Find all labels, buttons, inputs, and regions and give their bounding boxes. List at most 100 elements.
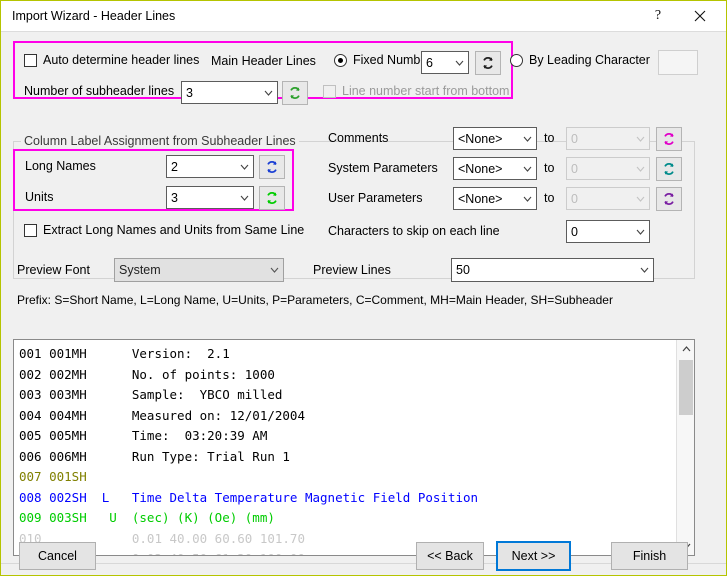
preview-line: 002 002MH No. of points: 1000 xyxy=(19,365,676,386)
comments-to-label: to xyxy=(544,131,554,145)
preview-line: 011 0.02 40.50 61.20 100.00 xyxy=(19,549,676,556)
radio-circle xyxy=(334,54,347,67)
leading-character-input[interactable] xyxy=(658,50,698,75)
subheader-lines-value: 3 xyxy=(186,86,260,100)
fixed-number-radio[interactable]: Fixed Number xyxy=(334,53,432,67)
refresh-user-parameters-button[interactable] xyxy=(656,187,682,211)
refresh-system-parameters-button[interactable] xyxy=(656,157,682,181)
system-parameters-to-combo[interactable]: 0 xyxy=(566,157,650,180)
question-mark-icon: ? xyxy=(655,8,661,24)
refresh-fixed-number-button[interactable] xyxy=(475,51,501,75)
dialog-body: Auto determine header lines Main Header … xyxy=(1,32,726,575)
line-number-start-from-bottom-checkbox[interactable]: Line number start from bottom xyxy=(323,84,509,98)
preview-line: 005 005MH Time: 03:20:39 AM xyxy=(19,426,676,447)
preview-line: 004 004MH Measured on: 12/01/2004 xyxy=(19,406,676,427)
system-parameters-from-combo[interactable]: <None> xyxy=(453,157,537,180)
preview-lines-combo[interactable]: 50 xyxy=(451,258,654,282)
chevron-down-icon xyxy=(236,195,253,201)
refresh-icon xyxy=(265,160,279,174)
comments-to-value: 0 xyxy=(571,132,632,146)
preview-line: 007 001SH xyxy=(19,467,676,488)
chevron-down-icon xyxy=(260,90,277,96)
preview-line: 009 003SH U (sec) (K) (Oe) (mm) xyxy=(19,508,676,529)
user-parameters-label: User Parameters xyxy=(328,191,422,205)
subheader-lines-combo[interactable]: 3 xyxy=(181,81,278,104)
comments-to-combo[interactable]: 0 xyxy=(566,127,650,150)
units-value: 3 xyxy=(171,191,236,205)
user-parameters-to-combo[interactable]: 0 xyxy=(566,187,650,210)
preview-line: 003 003MH Sample: YBCO milled xyxy=(19,385,676,406)
comments-label: Comments xyxy=(328,131,388,145)
system-parameters-from-value: <None> xyxy=(458,162,519,176)
preview-line: 010 0.01 40.00 60.60 101.70 xyxy=(19,529,676,550)
extract-long-names-units-label: Extract Long Names and Units from Same L… xyxy=(43,223,304,237)
chevron-up-icon xyxy=(682,346,691,352)
preview-line: 008 002SH L Time Delta Temperature Magne… xyxy=(19,488,676,509)
refresh-icon xyxy=(481,56,495,70)
extract-long-names-units-checkbox[interactable]: Extract Long Names and Units from Same L… xyxy=(24,223,304,237)
user-parameters-from-combo[interactable]: <None> xyxy=(453,187,537,210)
units-label: Units xyxy=(25,190,53,204)
by-leading-character-radio[interactable]: By Leading Character xyxy=(510,53,650,67)
column-label-assignment-title: Column Label Assignment from Subheader L… xyxy=(21,134,299,148)
chevron-down-icon xyxy=(519,166,536,172)
user-parameters-to-label: to xyxy=(544,191,554,205)
units-combo[interactable]: 3 xyxy=(166,186,254,209)
cancel-button[interactable]: Cancel xyxy=(19,542,96,570)
preview-scrollbar[interactable] xyxy=(676,340,694,555)
scroll-up-button[interactable] xyxy=(677,340,695,358)
user-parameters-to-value: 0 xyxy=(571,192,632,206)
preview-font-label: Preview Font xyxy=(17,263,90,277)
main-header-lines-label: Main Header Lines xyxy=(211,54,316,68)
radio-circle xyxy=(510,54,523,67)
checkbox-box xyxy=(24,224,37,237)
comments-from-combo[interactable]: <None> xyxy=(453,127,537,150)
help-button[interactable]: ? xyxy=(638,1,678,31)
preview-pane[interactable]: 001 001MH Version: 2.1002 002MH No. of p… xyxy=(13,339,695,556)
chevron-down-icon xyxy=(632,166,649,172)
preview-font-combo[interactable]: System xyxy=(114,258,284,282)
auto-determine-header-lines-checkbox[interactable]: Auto determine header lines xyxy=(24,53,199,67)
fixed-number-value: 6 xyxy=(426,56,451,70)
fixed-number-combo[interactable]: 6 xyxy=(421,51,469,74)
checkbox-box xyxy=(323,85,336,98)
long-names-combo[interactable]: 2 xyxy=(166,155,254,178)
characters-to-skip-combo[interactable]: 0 xyxy=(566,220,650,243)
refresh-icon xyxy=(662,132,676,146)
user-parameters-from-value: <None> xyxy=(458,192,519,206)
close-button[interactable] xyxy=(680,1,720,31)
scrollbar-thumb[interactable] xyxy=(679,360,693,415)
chevron-down-icon xyxy=(632,136,649,142)
refresh-long-names-button[interactable] xyxy=(259,155,285,179)
preview-font-value: System xyxy=(119,263,266,277)
preview-text: 001 001MH Version: 2.1002 002MH No. of p… xyxy=(14,340,676,556)
refresh-icon xyxy=(288,86,302,100)
line-number-start-from-bottom-label: Line number start from bottom xyxy=(342,84,509,98)
chevron-down-icon xyxy=(632,196,649,202)
characters-to-skip-value: 0 xyxy=(571,225,632,239)
system-parameters-to-value: 0 xyxy=(571,162,632,176)
long-names-value: 2 xyxy=(171,160,236,174)
chevron-down-icon xyxy=(519,136,536,142)
refresh-units-button[interactable] xyxy=(259,186,285,210)
back-button[interactable]: << Back xyxy=(416,542,484,570)
preview-lines-label: Preview Lines xyxy=(313,263,391,277)
chevron-down-icon xyxy=(519,196,536,202)
number-of-subheader-lines-label: Number of subheader lines xyxy=(24,84,174,98)
finish-button[interactable]: Finish xyxy=(611,542,688,570)
preview-line: 006 006MH Run Type: Trial Run 1 xyxy=(19,447,676,468)
refresh-icon xyxy=(662,192,676,206)
close-icon xyxy=(694,10,706,22)
prefix-legend: Prefix: S=Short Name, L=Long Name, U=Uni… xyxy=(17,293,613,307)
refresh-comments-button[interactable] xyxy=(656,127,682,151)
chevron-down-icon xyxy=(236,164,253,170)
chevron-down-icon xyxy=(636,267,653,273)
characters-to-skip-label: Characters to skip on each line xyxy=(328,224,500,238)
chevron-down-icon xyxy=(632,229,649,235)
by-leading-character-label: By Leading Character xyxy=(529,53,650,67)
refresh-subheader-lines-button[interactable] xyxy=(282,81,308,105)
next-button[interactable]: Next >> xyxy=(496,541,571,571)
system-parameters-to-label: to xyxy=(544,161,554,175)
fixed-number-label: Fixed Number xyxy=(353,53,432,67)
title-bar: Import Wizard - Header Lines ? xyxy=(1,1,726,32)
